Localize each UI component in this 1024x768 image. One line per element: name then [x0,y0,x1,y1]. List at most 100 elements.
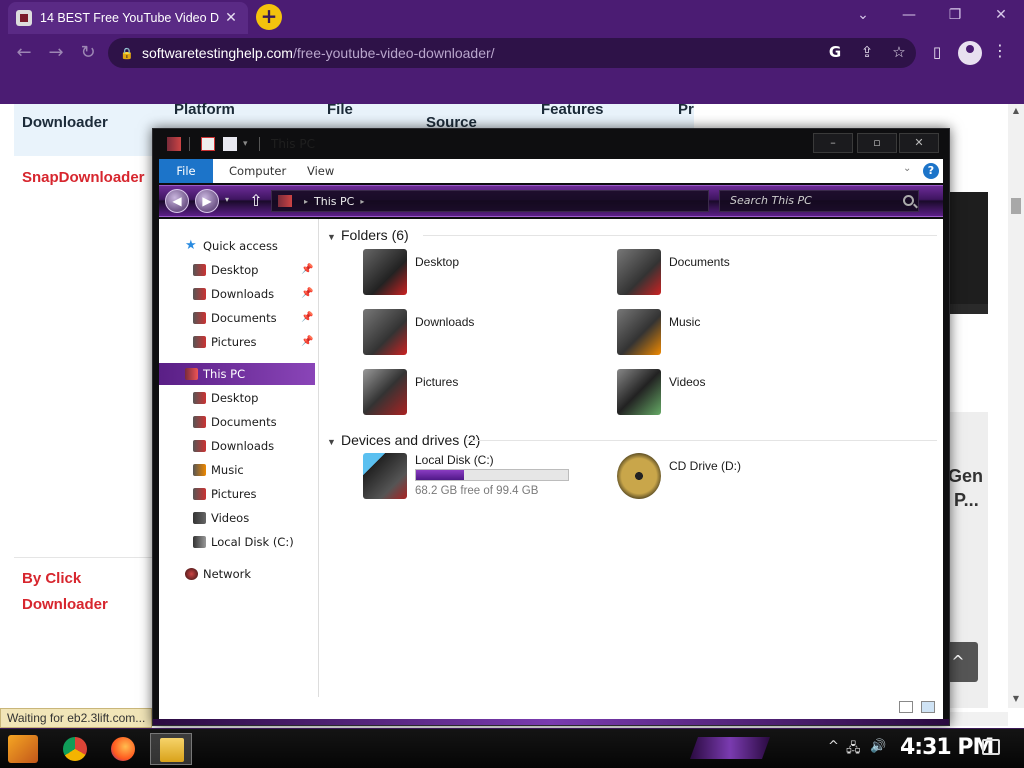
collapse-triangle-icon[interactable]: ▼ [327,227,341,247]
volume-icon[interactable]: 🔊 [870,739,886,754]
search-input[interactable]: Search This PC [719,190,919,212]
explorer-maximize-button[interactable]: ▫ [857,133,897,153]
nav-label: Pictures [211,487,257,501]
folder-downloads[interactable]: Downloads [363,309,603,361]
notification-icon[interactable] [982,739,1000,755]
nav-this-pc[interactable]: This PC [159,363,315,385]
close-window-button[interactable]: ✕ [986,4,1016,26]
share-icon[interactable]: ⇪ [856,41,878,63]
search-icon[interactable] [903,195,914,206]
byclick-link-line2[interactable]: Downloader [22,596,108,613]
nav-quick-desktop[interactable]: Desktop 📌 [159,259,315,281]
side-panel-icon[interactable]: ▯ [926,41,948,63]
pin-icon[interactable]: 📌 [301,259,313,281]
taskbar: ^ 🖧 🔊 4:31 PM [0,728,1024,768]
restore-button[interactable]: ❐ [940,4,970,26]
nav-quick-access[interactable]: ★ Quick access [159,235,315,257]
scroll-down-arrow-icon[interactable]: ▼ [1011,694,1021,703]
breadcrumb-this-pc[interactable]: This PC [314,195,354,208]
forward-button[interactable]: → [44,42,68,66]
scroll-up-arrow-icon[interactable]: ▲ [1011,106,1021,115]
snapdownloader-link[interactable]: SnapDownloader [22,169,145,186]
drive-usage-fill [416,470,464,480]
content-pane: ▼ Folders (6) Desktop Documents Downloads… [323,219,943,697]
browser-tab[interactable]: 14 BEST Free YouTube Video D ✕ [8,2,248,34]
lock-icon[interactable]: 🔒 [120,47,134,60]
nav-pc-desktop[interactable]: Desktop [159,387,315,409]
start-button[interactable] [8,735,38,763]
window-title: This PC [271,137,315,151]
large-icons-view-icon[interactable] [921,701,935,713]
qa-dropdown-icon[interactable]: ▾ [243,137,257,151]
nav-label: Music [211,463,244,477]
help-icon[interactable]: ? [923,163,939,179]
nav-pc-local-disk[interactable]: Local Disk (C:) [159,531,315,553]
downloads-folder-icon [363,309,407,355]
nav-quick-downloads[interactable]: Downloads 📌 [159,283,315,305]
documents-folder-icon [193,312,206,324]
devices-group-header[interactable]: ▼ Devices and drives (2) [327,430,480,450]
bookmark-star-icon[interactable]: ☆ [888,41,910,63]
firefox-app[interactable] [102,733,144,765]
google-lens-icon[interactable]: G [824,41,846,63]
breadcrumb-chevron-icon[interactable]: ▸ [304,197,308,206]
drive-d[interactable]: CD Drive (D:) [617,453,857,505]
nav-pc-videos[interactable]: Videos [159,507,315,529]
explorer-minimize-button[interactable]: – [813,133,853,153]
nav-network[interactable]: Network [159,563,315,585]
explorer-app-icon[interactable] [167,137,181,151]
recent-locations-icon[interactable]: ▾ [225,195,229,204]
tab-search-dropdown-icon[interactable]: ⌄ [848,4,878,26]
explorer-close-button[interactable]: ✕ [899,133,939,153]
folder-videos[interactable]: Videos [617,369,857,421]
back-arrow-icon[interactable]: ◀ [165,189,189,213]
horizontal-scrollbar[interactable] [946,712,1008,726]
tab-close-button[interactable]: ✕ [222,10,240,26]
scrollbar-thumb[interactable] [1011,198,1021,214]
chrome-app[interactable] [54,733,96,765]
folder-music[interactable]: Music [617,309,857,361]
minimize-button[interactable]: — [894,4,924,26]
explorer-titlebar[interactable]: ▾ This PC – ▫ ✕ [153,129,949,159]
new-tab-button[interactable]: + [256,4,282,30]
tab-view[interactable]: View [297,159,344,183]
up-arrow-icon[interactable]: ⇧ [247,191,265,211]
ribbon-expand-chevron-icon[interactable]: ⌄ [903,163,911,174]
nav-pc-pictures[interactable]: Pictures [159,483,315,505]
clock[interactable]: 4:31 PM [900,735,994,760]
pin-icon[interactable]: 📌 [301,307,313,329]
properties-icon[interactable] [201,137,215,151]
explorer-client-area: ★ Quick access Desktop 📌 Downloads 📌 Doc… [159,219,943,719]
new-folder-icon[interactable] [223,137,237,151]
drive-c[interactable]: Local Disk (C:) 68.2 GB free of 99.4 GB [363,453,603,505]
folder-documents[interactable]: Documents [617,249,857,301]
pin-icon[interactable]: 📌 [301,331,313,353]
details-view-icon[interactable] [899,701,913,713]
breadcrumb-chevron-icon[interactable]: ▸ [360,197,364,206]
nav-quick-pictures[interactable]: Pictures 📌 [159,331,315,353]
folders-group-header[interactable]: ▼ Folders (6) [327,225,409,245]
back-button[interactable]: ← [12,42,36,66]
nav-pc-downloads[interactable]: Downloads [159,435,315,457]
pin-icon[interactable]: 📌 [301,283,313,305]
url-path: /free-youtube-video-downloader/ [292,45,495,61]
address-breadcrumb[interactable]: ▸ This PC ▸ [271,190,709,212]
forward-arrow-icon[interactable]: ▶ [195,189,219,213]
page-scrollbar[interactable]: ▲ ▼ [1008,104,1024,708]
show-hidden-icons-icon[interactable]: ^ [828,739,839,754]
browser-menu-icon[interactable]: ⋮ [992,41,1008,63]
tab-file[interactable]: File [159,159,213,183]
folder-desktop[interactable]: Desktop [363,249,603,301]
profile-avatar[interactable] [958,41,982,65]
nav-quick-documents[interactable]: Documents 📌 [159,307,315,329]
file-explorer-app[interactable] [150,733,192,765]
tab-computer[interactable]: Computer [219,159,296,183]
reload-button[interactable]: ↻ [76,42,100,66]
byclick-link-line1[interactable]: By Click [22,570,81,587]
nav-pc-documents[interactable]: Documents [159,411,315,433]
address-bar[interactable]: 🔒 softwaretestinghelp.com /free-youtube-… [108,38,916,68]
collapse-triangle-icon[interactable]: ▼ [327,432,341,452]
network-icon[interactable]: 🖧 [846,739,861,761]
nav-pc-music[interactable]: Music [159,459,315,481]
folder-pictures[interactable]: Pictures [363,369,603,421]
